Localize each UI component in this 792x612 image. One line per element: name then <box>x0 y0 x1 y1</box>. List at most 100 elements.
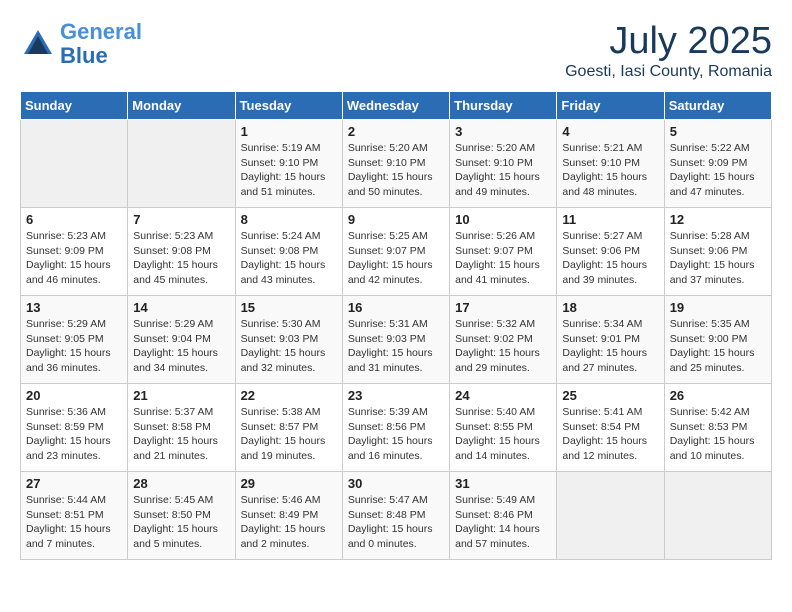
day-number: 11 <box>562 212 658 227</box>
calendar-cell: 12 Sunrise: 5:28 AM Sunset: 9:06 PM Dayli… <box>664 208 771 296</box>
calendar-cell: 27 Sunrise: 5:44 AM Sunset: 8:51 PM Dayli… <box>21 472 128 560</box>
calendar-cell: 3 Sunrise: 5:20 AM Sunset: 9:10 PM Daylig… <box>450 120 557 208</box>
calendar-cell: 20Sunrise: 5:36 AM Sunset: 8:59 PM Dayli… <box>21 384 128 472</box>
col-header-wednesday: Wednesday <box>342 92 449 120</box>
col-header-friday: Friday <box>557 92 664 120</box>
day-info: Sunrise: 5:49 AM Sunset: 8:46 PM Dayligh… <box>455 493 551 552</box>
day-info: Sunrise: 5:42 AM Sunset: 8:53 PM Dayligh… <box>670 405 766 464</box>
day-info: Sunrise: 5:29 AM Sunset: 9:04 PM Dayligh… <box>133 317 229 376</box>
week-row-5: 27 Sunrise: 5:44 AM Sunset: 8:51 PM Dayli… <box>21 472 772 560</box>
col-header-monday: Monday <box>128 92 235 120</box>
day-number: 12 <box>670 212 766 227</box>
calendar-cell: 15Sunrise: 5:30 AM Sunset: 9:03 PM Dayli… <box>235 296 342 384</box>
calendar-cell: 21Sunrise: 5:37 AM Sunset: 8:58 PM Dayli… <box>128 384 235 472</box>
day-number: 3 <box>455 124 551 139</box>
day-number: 1 <box>241 124 337 139</box>
day-number: 7 <box>133 212 229 227</box>
calendar-cell: 11 Sunrise: 5:27 AM Sunset: 9:06 PM Dayli… <box>557 208 664 296</box>
calendar-cell <box>664 472 771 560</box>
day-info: Sunrise: 5:32 AM Sunset: 9:02 PM Dayligh… <box>455 317 551 376</box>
day-info: Sunrise: 5:36 AM Sunset: 8:59 PM Dayligh… <box>26 405 122 464</box>
col-header-thursday: Thursday <box>450 92 557 120</box>
calendar-cell <box>21 120 128 208</box>
day-number: 27 <box>26 476 122 491</box>
day-number: 28 <box>133 476 229 491</box>
day-number: 30 <box>348 476 444 491</box>
day-info: Sunrise: 5:22 AM Sunset: 9:09 PM Dayligh… <box>670 141 766 200</box>
calendar-cell: 24Sunrise: 5:40 AM Sunset: 8:55 PM Dayli… <box>450 384 557 472</box>
day-number: 5 <box>670 124 766 139</box>
day-number: 18 <box>562 300 658 315</box>
day-number: 23 <box>348 388 444 403</box>
day-info: Sunrise: 5:34 AM Sunset: 9:01 PM Dayligh… <box>562 317 658 376</box>
logo-text: General Blue <box>60 20 142 68</box>
day-info: Sunrise: 5:26 AM Sunset: 9:07 PM Dayligh… <box>455 229 551 288</box>
day-info: Sunrise: 5:45 AM Sunset: 8:50 PM Dayligh… <box>133 493 229 552</box>
week-row-1: 1 Sunrise: 5:19 AM Sunset: 9:10 PM Daylig… <box>21 120 772 208</box>
week-row-4: 20Sunrise: 5:36 AM Sunset: 8:59 PM Dayli… <box>21 384 772 472</box>
calendar-cell: 9Sunrise: 5:25 AM Sunset: 9:07 PM Daylig… <box>342 208 449 296</box>
calendar-cell: 5 Sunrise: 5:22 AM Sunset: 9:09 PM Daylig… <box>664 120 771 208</box>
day-number: 9 <box>348 212 444 227</box>
day-info: Sunrise: 5:20 AM Sunset: 9:10 PM Dayligh… <box>348 141 444 200</box>
calendar-cell <box>557 472 664 560</box>
calendar-cell: 22 Sunrise: 5:38 AM Sunset: 8:57 PM Dayli… <box>235 384 342 472</box>
calendar-cell: 4 Sunrise: 5:21 AM Sunset: 9:10 PM Daylig… <box>557 120 664 208</box>
calendar-cell: 31 Sunrise: 5:49 AM Sunset: 8:46 PM Dayli… <box>450 472 557 560</box>
title-block: July 2025 Goesti, Iasi County, Romania <box>565 20 772 81</box>
calendar-cell: 10 Sunrise: 5:26 AM Sunset: 9:07 PM Dayli… <box>450 208 557 296</box>
calendar-cell: 23Sunrise: 5:39 AM Sunset: 8:56 PM Dayli… <box>342 384 449 472</box>
day-number: 10 <box>455 212 551 227</box>
day-number: 16 <box>348 300 444 315</box>
day-info: Sunrise: 5:23 AM Sunset: 9:09 PM Dayligh… <box>26 229 122 288</box>
calendar-cell: 18 Sunrise: 5:34 AM Sunset: 9:01 PM Dayli… <box>557 296 664 384</box>
calendar-cell: 1 Sunrise: 5:19 AM Sunset: 9:10 PM Daylig… <box>235 120 342 208</box>
day-info: Sunrise: 5:27 AM Sunset: 9:06 PM Dayligh… <box>562 229 658 288</box>
calendar-cell: 25 Sunrise: 5:41 AM Sunset: 8:54 PM Dayli… <box>557 384 664 472</box>
day-number: 29 <box>241 476 337 491</box>
calendar-table: SundayMondayTuesdayWednesdayThursdayFrid… <box>20 91 772 560</box>
day-number: 15 <box>241 300 337 315</box>
day-number: 8 <box>241 212 337 227</box>
day-number: 17 <box>455 300 551 315</box>
day-info: Sunrise: 5:24 AM Sunset: 9:08 PM Dayligh… <box>241 229 337 288</box>
day-info: Sunrise: 5:20 AM Sunset: 9:10 PM Dayligh… <box>455 141 551 200</box>
calendar-cell: 19 Sunrise: 5:35 AM Sunset: 9:00 PM Dayli… <box>664 296 771 384</box>
day-info: Sunrise: 5:35 AM Sunset: 9:00 PM Dayligh… <box>670 317 766 376</box>
day-info: Sunrise: 5:19 AM Sunset: 9:10 PM Dayligh… <box>241 141 337 200</box>
day-info: Sunrise: 5:38 AM Sunset: 8:57 PM Dayligh… <box>241 405 337 464</box>
day-number: 2 <box>348 124 444 139</box>
calendar-cell: 13 Sunrise: 5:29 AM Sunset: 9:05 PM Dayli… <box>21 296 128 384</box>
day-number: 19 <box>670 300 766 315</box>
day-info: Sunrise: 5:23 AM Sunset: 9:08 PM Dayligh… <box>133 229 229 288</box>
day-number: 26 <box>670 388 766 403</box>
calendar-cell: 8 Sunrise: 5:24 AM Sunset: 9:08 PM Daylig… <box>235 208 342 296</box>
day-number: 13 <box>26 300 122 315</box>
day-info: Sunrise: 5:46 AM Sunset: 8:49 PM Dayligh… <box>241 493 337 552</box>
col-header-tuesday: Tuesday <box>235 92 342 120</box>
day-number: 25 <box>562 388 658 403</box>
week-row-3: 13 Sunrise: 5:29 AM Sunset: 9:05 PM Dayli… <box>21 296 772 384</box>
page-header: General Blue July 2025 Goesti, Iasi Coun… <box>20 20 772 81</box>
day-info: Sunrise: 5:29 AM Sunset: 9:05 PM Dayligh… <box>26 317 122 376</box>
calendar-cell: 16Sunrise: 5:31 AM Sunset: 9:03 PM Dayli… <box>342 296 449 384</box>
day-info: Sunrise: 5:47 AM Sunset: 8:48 PM Dayligh… <box>348 493 444 552</box>
day-number: 21 <box>133 388 229 403</box>
day-info: Sunrise: 5:21 AM Sunset: 9:10 PM Dayligh… <box>562 141 658 200</box>
col-header-sunday: Sunday <box>21 92 128 120</box>
calendar-cell: 6Sunrise: 5:23 AM Sunset: 9:09 PM Daylig… <box>21 208 128 296</box>
day-number: 4 <box>562 124 658 139</box>
calendar-cell: 30 Sunrise: 5:47 AM Sunset: 8:48 PM Dayli… <box>342 472 449 560</box>
day-info: Sunrise: 5:28 AM Sunset: 9:06 PM Dayligh… <box>670 229 766 288</box>
day-info: Sunrise: 5:41 AM Sunset: 8:54 PM Dayligh… <box>562 405 658 464</box>
day-number: 22 <box>241 388 337 403</box>
day-info: Sunrise: 5:44 AM Sunset: 8:51 PM Dayligh… <box>26 493 122 552</box>
day-number: 31 <box>455 476 551 491</box>
day-number: 14 <box>133 300 229 315</box>
calendar-cell: 14 Sunrise: 5:29 AM Sunset: 9:04 PM Dayli… <box>128 296 235 384</box>
calendar-cell: 28 Sunrise: 5:45 AM Sunset: 8:50 PM Dayli… <box>128 472 235 560</box>
calendar-header-row: SundayMondayTuesdayWednesdayThursdayFrid… <box>21 92 772 120</box>
week-row-2: 6Sunrise: 5:23 AM Sunset: 9:09 PM Daylig… <box>21 208 772 296</box>
month-title: July 2025 <box>565 20 772 63</box>
calendar-cell: 2 Sunrise: 5:20 AM Sunset: 9:10 PM Daylig… <box>342 120 449 208</box>
